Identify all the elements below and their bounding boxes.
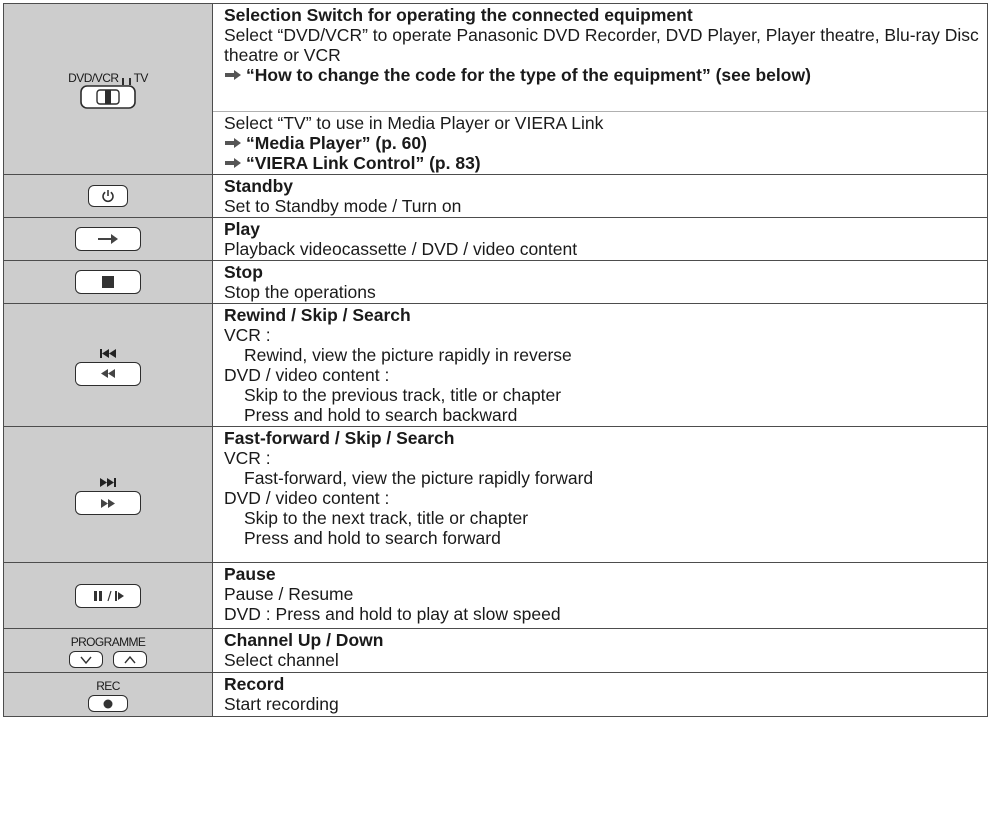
stop-icon <box>102 276 114 288</box>
arrow-right-icon <box>224 137 246 149</box>
reference-link[interactable]: “VIERA Link Control” (p. 83) <box>224 153 987 173</box>
table-row-record: REC Record Start recording <box>3 672 988 717</box>
skip-next-icon <box>100 478 116 487</box>
row-text: DVD : Press and hold to play at slow spe… <box>224 604 561 624</box>
icon-cell <box>3 217 213 261</box>
channel-down-button[interactable] <box>69 651 103 668</box>
text-cell: Pause Pause / Resume DVD : Press and hol… <box>212 562 988 629</box>
row-title: Standby <box>224 176 294 196</box>
icon-cell <box>3 260 213 304</box>
table-row-play: Play Playback videocassette / DVD / vide… <box>3 217 988 261</box>
text-cell: Fast-forward / Skip / Search VCR : Fast-… <box>212 426 988 563</box>
icon-cell: REC <box>3 672 213 717</box>
standby-button[interactable] <box>88 184 128 207</box>
text-cell: Play Playback videocassette / DVD / vide… <box>212 217 988 261</box>
row-text: Start recording <box>224 694 339 714</box>
row-text: Rewind, view the picture rapidly in reve… <box>244 345 572 365</box>
icon-cell: PROGRAMME <box>3 628 213 673</box>
pause-button[interactable] <box>75 583 141 608</box>
row-text: Select “DVD/VCR” to operate Panasonic DV… <box>224 25 979 65</box>
icon-cell <box>3 303 213 427</box>
stop-button[interactable] <box>75 270 141 294</box>
row-title: Pause <box>224 564 276 584</box>
arrow-right-icon <box>224 157 246 169</box>
row-title: Record <box>224 674 285 694</box>
text-cell: Record Start recording <box>212 672 988 717</box>
icon-cell <box>3 562 213 629</box>
row-text: Press and hold to search forward <box>244 528 501 548</box>
play-button[interactable] <box>75 227 141 251</box>
row-text: Stop the operations <box>224 282 376 302</box>
row-text: Select channel <box>224 650 339 670</box>
switch-label-left: DVD/VCR <box>68 71 119 85</box>
table-row-stop: Stop Stop the operations <box>3 260 988 304</box>
switch-label-right: TV <box>133 71 149 85</box>
record-button[interactable] <box>88 695 128 712</box>
row-text: Fast-forward, view the picture rapidly f… <box>244 468 594 488</box>
remote-operations-table: DVD/VCR TV Selection Switch for operatin… <box>3 3 988 717</box>
row-text: Skip to the next track, title or chapter <box>244 508 529 528</box>
fast-forward-button[interactable] <box>75 491 141 515</box>
table-row-selection-switch: DVD/VCR TV Selection Switch for operatin… <box>3 3 988 175</box>
table-row-fast-forward: Fast-forward / Skip / Search VCR : Fast-… <box>3 426 988 563</box>
row-title: Channel Up / Down <box>224 630 384 650</box>
table-row-rewind: Rewind / Skip / Search VCR : Rewind, vie… <box>3 303 988 427</box>
text-cell: Selection Switch for operating the conne… <box>212 3 988 112</box>
reference-link[interactable]: “Media Player” (p. 60) <box>224 133 987 153</box>
table-row-programme: PROGRAMME Channel Up / Down Select chann… <box>3 628 988 673</box>
text-cell: Stop Stop the operations <box>212 260 988 304</box>
record-icon <box>103 699 113 708</box>
chevron-down-icon <box>80 656 92 664</box>
row-text: DVD / video content : <box>224 488 390 508</box>
row-text: Skip to the previous track, title or cha… <box>244 385 562 405</box>
rewind-icon <box>101 369 115 378</box>
row-text: Select “TV” to use in Media Player or VI… <box>224 113 604 133</box>
play-icon <box>98 234 118 244</box>
programme-caption: PROGRAMME <box>70 635 146 649</box>
row-text: DVD / video content : <box>224 365 390 385</box>
power-icon <box>102 189 114 202</box>
row-title: Play <box>224 219 260 239</box>
text-cell: Rewind / Skip / Search VCR : Rewind, vie… <box>212 303 988 427</box>
row-title: Selection Switch for operating the conne… <box>224 5 693 25</box>
row-text: VCR : <box>224 448 271 468</box>
pause-slow-icon <box>94 590 124 601</box>
table-row-pause: Pause Pause / Resume DVD : Press and hol… <box>3 562 988 629</box>
text-cell: Select “TV” to use in Media Player or VI… <box>212 111 988 175</box>
row-title: Rewind / Skip / Search <box>224 305 411 325</box>
channel-up-button[interactable] <box>113 651 147 668</box>
text-cell: Channel Up / Down Select channel <box>212 628 988 673</box>
icon-cell: DVD/VCR TV <box>3 3 213 175</box>
row-title: Stop <box>224 262 263 282</box>
row-text: VCR : <box>224 325 271 345</box>
rewind-button[interactable] <box>75 361 141 386</box>
table-row-standby: Standby Set to Standby mode / Turn on <box>3 174 988 218</box>
chevron-up-icon <box>124 655 136 663</box>
text-cell: Standby Set to Standby mode / Turn on <box>212 174 988 218</box>
fast-forward-icon <box>101 498 115 508</box>
row-text: Set to Standby mode / Turn on <box>224 196 462 216</box>
icon-cell <box>3 426 213 563</box>
row-text: Playback videocassette / DVD / video con… <box>224 239 578 259</box>
arrow-right-icon <box>224 69 246 81</box>
rec-caption: REC <box>96 679 120 693</box>
row-text: Press and hold to search backward <box>244 405 518 425</box>
dvd-vcr-tv-selection-switch-icon <box>80 85 136 109</box>
icon-cell <box>3 174 213 218</box>
row-title: Fast-forward / Skip / Search <box>224 428 455 448</box>
selection-switch[interactable]: DVD/VCR TV <box>68 71 148 109</box>
reference-link[interactable]: “How to change the code for the type of … <box>224 65 987 85</box>
switch-ticks-icon <box>121 75 131 85</box>
channel-up-down-icon <box>69 651 147 668</box>
skip-previous-icon <box>100 348 116 358</box>
row-text: Pause / Resume <box>224 584 354 604</box>
